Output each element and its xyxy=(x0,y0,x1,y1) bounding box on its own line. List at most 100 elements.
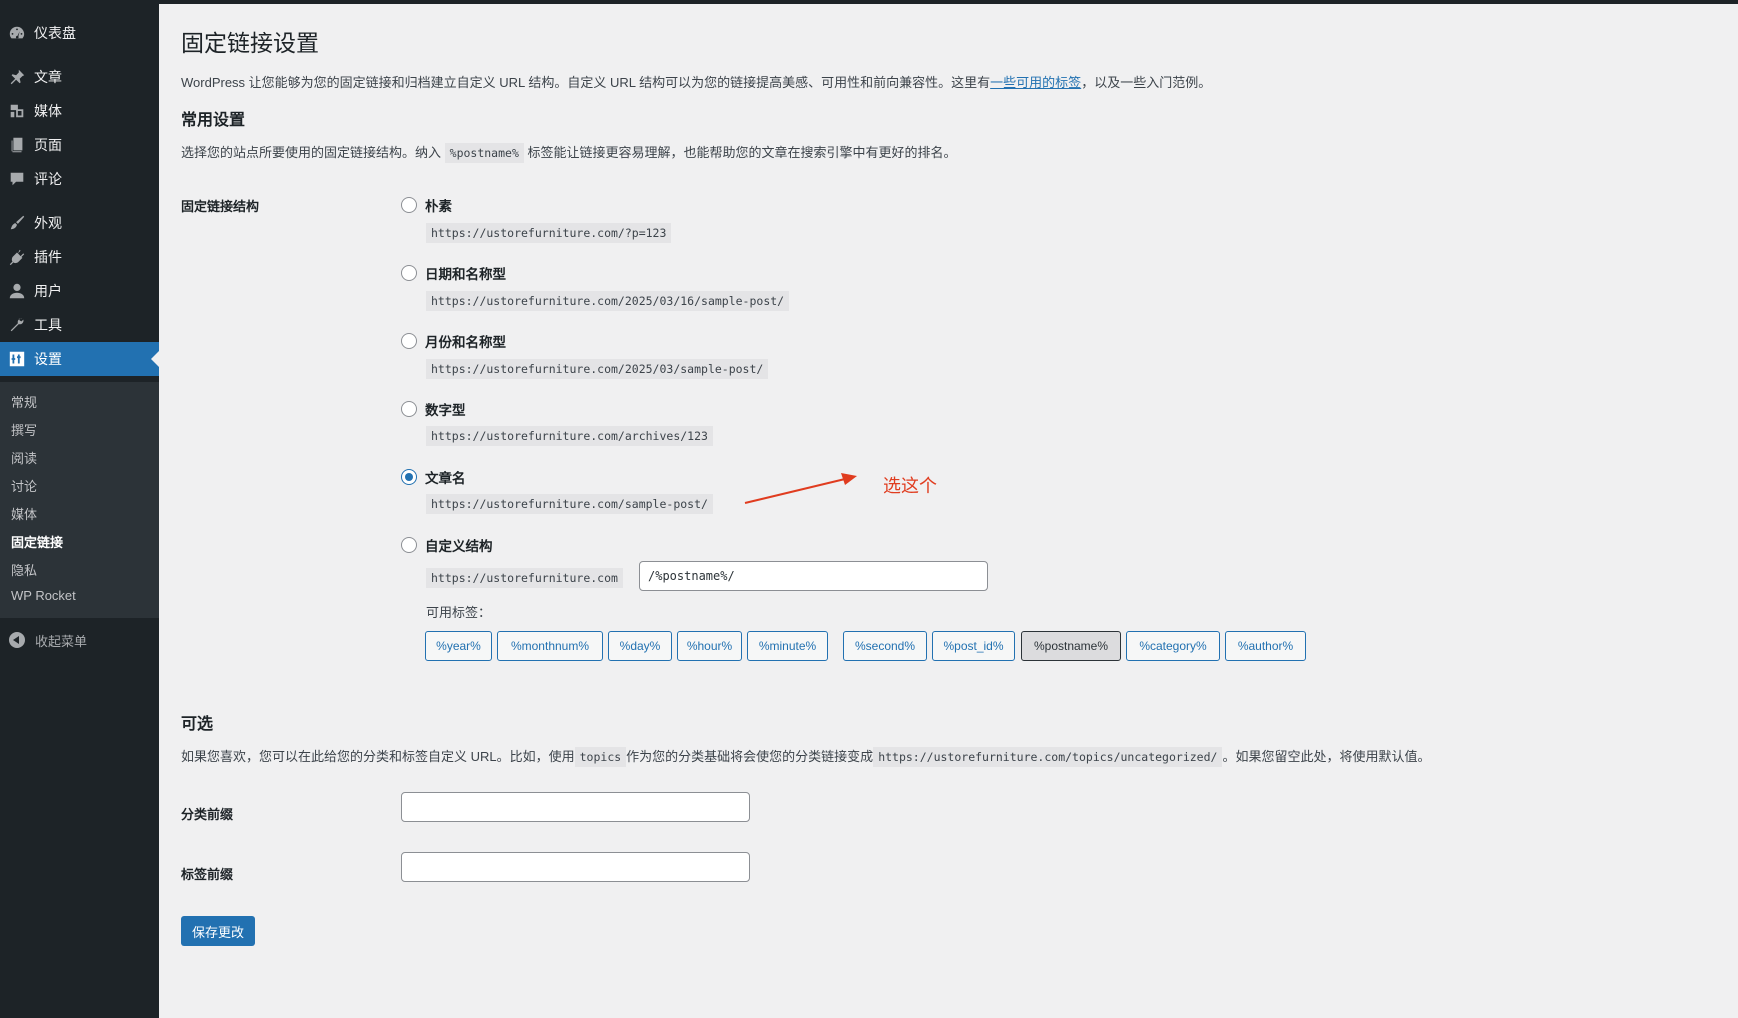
submenu-discussion[interactable]: 讨论 xyxy=(11,476,37,495)
url-example-custom-base: https://ustorefurniture.com xyxy=(426,568,623,588)
brush-icon xyxy=(8,214,26,232)
admin-bar xyxy=(0,0,1738,4)
desc-after: 标签能让链接更容易理解，也能帮助您的文章在搜索引擎中有更好的排名。 xyxy=(527,145,957,160)
topics-code: topics xyxy=(574,747,627,767)
submenu-wp-rocket[interactable]: WP Rocket xyxy=(11,588,76,603)
radio-day-name[interactable] xyxy=(401,265,417,281)
submenu-general[interactable]: 常规 xyxy=(11,392,37,411)
collapse-menu-button[interactable]: 收起菜单 xyxy=(0,626,159,654)
menu-label: 文章 xyxy=(34,69,62,85)
collapse-label: 收起菜单 xyxy=(35,633,88,649)
option-month-name[interactable]: 月份和名称型 xyxy=(401,331,506,351)
radio-plain[interactable] xyxy=(401,197,417,213)
menu-item-comments[interactable]: 评论 xyxy=(0,162,159,196)
pin-icon xyxy=(8,68,26,86)
url-example-plain: https://ustorefurniture.com/?p=123 xyxy=(426,223,672,243)
tag-button-second[interactable]: %second% xyxy=(843,631,927,661)
available-tags-link[interactable]: 一些可用的标签 xyxy=(990,75,1081,90)
radio-custom[interactable] xyxy=(401,537,417,553)
tag-button-minute[interactable]: %minute% xyxy=(747,631,828,661)
submenu-writing[interactable]: 撰写 xyxy=(11,420,37,439)
option-plain[interactable]: 朴素 xyxy=(401,195,452,215)
wrench-icon xyxy=(8,316,26,334)
tag-button-hour[interactable]: %hour% xyxy=(677,631,742,661)
admin-sidebar: 仪表盘 文章 媒体 页面 评论 外观 插件 用户 工具 设置 常规 撰写 阅读 … xyxy=(0,4,159,1018)
menu-label: 评论 xyxy=(34,171,62,187)
option-label: 月份和名称型 xyxy=(425,335,506,350)
radio-month-name[interactable] xyxy=(401,333,417,349)
page-title: 固定链接设置 xyxy=(181,30,319,56)
url-example-month-name: https://ustorefurniture.com/2025/03/samp… xyxy=(426,359,769,379)
menu-label: 仪表盘 xyxy=(34,25,76,41)
option-label: 自定义结构 xyxy=(425,539,493,554)
menu-label: 工具 xyxy=(34,317,62,333)
radio-numeric[interactable] xyxy=(401,401,417,417)
option-label: 文章名 xyxy=(425,471,466,486)
settings-submenu: 常规 撰写 阅读 讨论 媒体 固定链接 隐私 WP Rocket xyxy=(0,382,159,618)
desc-before: 选择您的站点所要使用的固定链接结构。纳入 xyxy=(181,145,442,160)
submenu-media[interactable]: 媒体 xyxy=(11,504,37,523)
optional-desc: 如果您喜欢，您可以在此给您的分类和标签自定义 URL。比如，使用 topics 作为… xyxy=(181,746,1431,767)
option-label: 数字型 xyxy=(425,403,466,418)
menu-item-appearance[interactable]: 外观 xyxy=(0,206,159,240)
category-url-code: https://ustorefurniture.com/topics/uncat… xyxy=(873,747,1223,767)
menu-label: 用户 xyxy=(34,283,62,299)
save-changes-button[interactable]: 保存更改 xyxy=(181,916,255,946)
option-day-name[interactable]: 日期和名称型 xyxy=(401,263,506,283)
tag-button-postname[interactable]: %postname% xyxy=(1021,631,1121,661)
tag-base-label: 标签前缀 xyxy=(181,867,234,882)
optional-heading: 可选 xyxy=(181,716,214,733)
submenu-privacy[interactable]: 隐私 xyxy=(11,560,37,579)
menu-item-users[interactable]: 用户 xyxy=(0,274,159,308)
option-post-name[interactable]: 文章名 xyxy=(401,467,466,487)
tag-button-category[interactable]: %category% xyxy=(1126,631,1220,661)
menu-label: 外观 xyxy=(34,215,62,231)
url-example-numeric: https://ustorefurniture.com/archives/123 xyxy=(426,426,713,446)
tag-button-author[interactable]: %author% xyxy=(1225,631,1306,661)
custom-structure-input[interactable] xyxy=(639,561,988,591)
optional-desc-mid: 作为您的分类基础将会使您的分类链接变成 xyxy=(626,749,874,764)
intro-before: WordPress 让您能够为您的固定链接和归档建立自定义 URL 结构。自定义… xyxy=(181,75,991,90)
permalink-structure-label: 固定链接结构 xyxy=(181,199,260,214)
option-custom[interactable]: 自定义结构 xyxy=(401,535,493,555)
menu-label: 页面 xyxy=(34,137,62,153)
tag-button-post-id[interactable]: %post_id% xyxy=(932,631,1015,661)
collapse-icon xyxy=(9,632,25,648)
menu-item-media[interactable]: 媒体 xyxy=(0,94,159,128)
annotation-text: 选这个 xyxy=(883,476,937,496)
menu-item-pages[interactable]: 页面 xyxy=(0,128,159,162)
menu-item-posts[interactable]: 文章 xyxy=(0,60,159,94)
menu-item-settings[interactable]: 设置 xyxy=(0,342,159,376)
tag-button-day[interactable]: %day% xyxy=(608,631,672,661)
menu-label: 设置 xyxy=(34,351,62,367)
plugin-icon xyxy=(8,248,26,266)
category-base-input[interactable] xyxy=(401,792,750,822)
annotation-arrow xyxy=(744,473,857,504)
submenu-reading[interactable]: 阅读 xyxy=(11,448,37,467)
menu-label: 媒体 xyxy=(34,103,62,119)
user-icon xyxy=(8,282,26,300)
category-base-label: 分类前缀 xyxy=(181,807,234,822)
submenu-permalinks[interactable]: 固定链接 xyxy=(11,532,63,551)
optional-desc-before: 如果您喜欢，您可以在此给您的分类和标签自定义 URL。比如，使用 xyxy=(181,749,575,764)
settings-icon xyxy=(8,350,26,368)
tag-base-input[interactable] xyxy=(401,852,750,882)
intro-text: WordPress 让您能够为您的固定链接和归档建立自定义 URL 结构。自定义… xyxy=(181,72,1211,91)
option-numeric[interactable]: 数字型 xyxy=(401,399,466,419)
dashboard-icon xyxy=(8,24,26,42)
media-icon xyxy=(8,102,26,120)
radio-post-name[interactable] xyxy=(401,469,417,485)
menu-item-tools[interactable]: 工具 xyxy=(0,308,159,342)
tag-button-year[interactable]: %year% xyxy=(425,631,492,661)
menu-label: 插件 xyxy=(34,249,62,265)
option-label: 日期和名称型 xyxy=(425,267,506,282)
postname-code: %postname% xyxy=(444,143,524,163)
comment-icon xyxy=(8,170,26,188)
page-icon xyxy=(8,136,26,154)
optional-desc-after: 。如果您留空此处，将使用默认值。 xyxy=(1222,749,1431,764)
url-example-day-name: https://ustorefurniture.com/2025/03/16/s… xyxy=(426,291,790,311)
tag-button-monthnum[interactable]: %monthnum% xyxy=(497,631,603,661)
menu-item-dashboard[interactable]: 仪表盘 xyxy=(0,16,159,50)
url-example-post-name: https://ustorefurniture.com/sample-post/ xyxy=(426,494,713,514)
menu-item-plugins[interactable]: 插件 xyxy=(0,240,159,274)
